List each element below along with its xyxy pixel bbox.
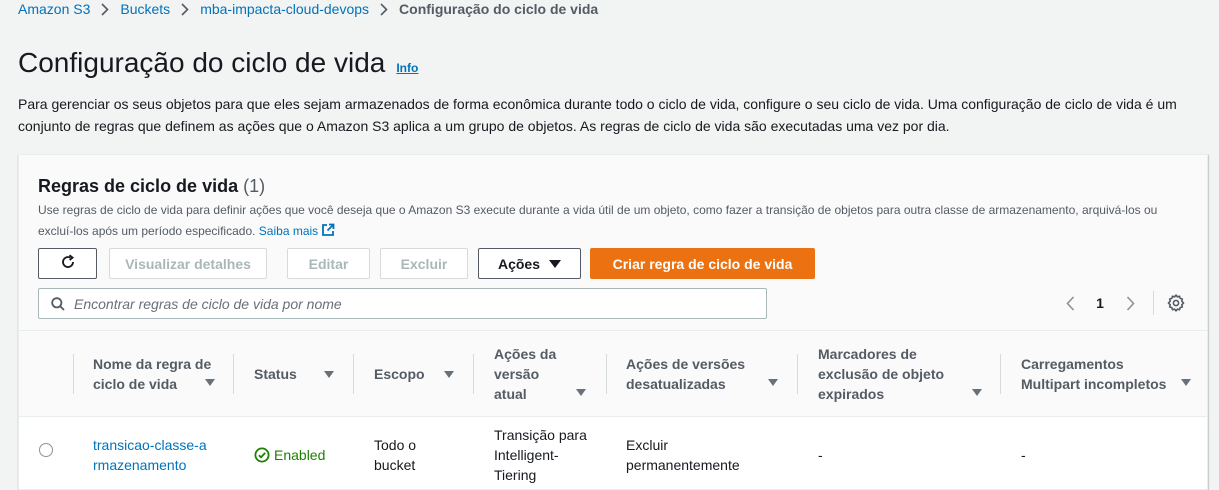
status-text: Enabled [274,446,326,463]
view-details-button[interactable]: Visualizar detalhes [109,248,267,279]
cell-noncurrent-version-actions: Excluir permanentemente [626,436,740,473]
sort-icon [444,371,454,378]
column-divider [73,354,74,394]
current-page-number[interactable]: 1 [1081,295,1119,311]
next-page-button[interactable] [1119,289,1141,317]
column-divider [797,354,798,394]
breadcrumb: Amazon S3 Buckets mba-impacta-cloud-devo… [18,0,598,18]
column-divider [233,354,234,394]
search-box [38,288,767,319]
table-row: transicao-classe-armazenamento Enabled T… [19,418,1207,490]
panel-description: Use regras de ciclo de vida para definir… [38,200,1188,244]
sort-icon [1181,379,1191,386]
column-divider [353,354,354,394]
check-circle-icon [254,447,270,462]
external-link-icon [321,223,335,244]
cell-expired-delete-markers: - [818,446,823,463]
actions-label: Ações [497,255,541,272]
chevron-right-icon [380,2,388,16]
column-header-label: Escopo [374,366,425,382]
refresh-icon [60,254,76,273]
panel-title-text: Regras de ciclo de vida [38,176,239,196]
rule-count: (1) [243,176,266,196]
column-header-expired-delete-markers[interactable]: Marcadores de exclusão de objeto expirad… [818,331,982,417]
page-description: Para gerenciar os seus objetos para que … [18,96,1177,134]
search-icon [51,296,65,311]
delete-button[interactable]: Excluir [380,248,468,279]
cell-status: Enabled [254,418,354,490]
cell-rule-name: transicao-classe-armazenamento [93,418,223,490]
breadcrumb-buckets[interactable]: Buckets [120,1,170,17]
page-title-text: Configuração do ciclo de vida [18,47,386,78]
learn-more-link[interactable]: Saiba mais [258,223,335,238]
column-header-noncurrent-version-actions[interactable]: Ações de versões desatualizadas [626,331,778,417]
column-header-label: Status [254,366,297,382]
column-header-scope[interactable]: Escopo [374,331,474,417]
cell-incomplete-multipart: - [1021,446,1026,463]
sort-icon [205,379,215,386]
column-header-rule-name[interactable]: Nome da regra de ciclo de vida [93,331,233,417]
pagination: 1 [1059,289,1141,317]
caret-down-icon [549,259,562,268]
breadcrumb-current: Configuração do ciclo de vida [399,1,599,17]
panel-title: Regras de ciclo de vida (1) [38,175,265,197]
status-badge: Enabled [254,445,325,465]
panel-description-text: Use regras de ciclo de vida para definir… [38,203,1158,238]
sort-icon [768,379,778,386]
previous-page-button[interactable] [1059,289,1081,317]
rule-name-link[interactable]: transicao-classe-armazenamento [93,435,211,475]
column-header-label: Ações da versão atual [494,346,557,402]
refresh-button[interactable] [38,248,97,279]
column-header-label: Nome da regra de ciclo de vida [93,356,212,392]
column-header-status[interactable]: Status [254,331,354,417]
actions-dropdown-button[interactable]: Ações [478,248,581,279]
column-divider [1000,354,1001,394]
breadcrumb-amazon-s3[interactable]: Amazon S3 [18,1,90,17]
column-header-label: Carregamentos Multipart incompletos [1021,356,1167,392]
info-link[interactable]: Info [396,51,418,85]
column-header-label: Marcadores de exclusão de objeto expirad… [818,346,945,402]
column-divider [606,354,607,394]
learn-more-label: Saiba mais [258,224,319,238]
gear-icon[interactable] [1167,293,1185,313]
table-header: Nome da regra de ciclo de vida Status Es… [19,331,1207,417]
cell-current-version-actions: Transição para Intelligent-Tiering [494,426,587,483]
lifecycle-rules-panel: Regras de ciclo de vida (1) Use regras d… [18,154,1208,490]
create-rule-button[interactable]: Criar regra de ciclo de vida [590,248,815,279]
column-header-incomplete-multipart[interactable]: Carregamentos Multipart incompletos [1021,331,1191,417]
search-input[interactable] [74,295,714,312]
cell-scope: Todo o bucket [374,436,417,473]
column-header-current-version-actions[interactable]: Ações da versão atual [494,331,586,417]
chevron-right-icon [101,2,110,16]
sort-icon [576,389,586,396]
edit-button[interactable]: Editar [287,248,370,279]
sort-icon [972,389,982,396]
sort-icon [324,371,334,378]
page-title: Configuração do ciclo de vida Info [18,46,418,85]
chevron-right-icon [181,2,189,16]
breadcrumb-bucket-name[interactable]: mba-impacta-cloud-devops [200,1,369,17]
pagination-divider [1153,291,1154,315]
column-divider [473,354,474,394]
column-header-label: Ações de versões desatualizadas [626,356,746,392]
